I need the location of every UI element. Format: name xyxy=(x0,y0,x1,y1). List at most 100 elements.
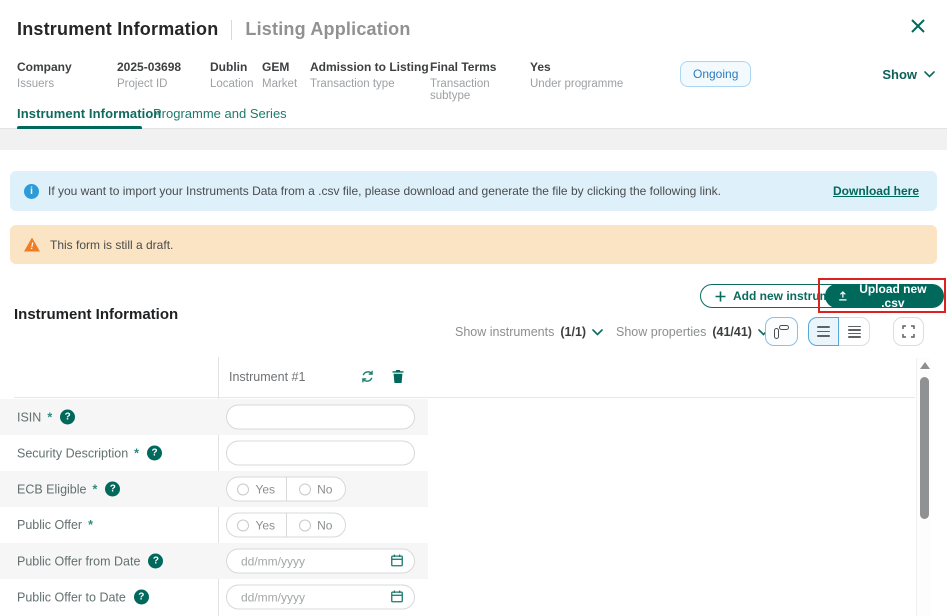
show-dropdown-label: Show xyxy=(882,67,917,82)
tab-instrument-information[interactable]: Instrument Information xyxy=(17,106,161,121)
field-label: ECB Eligible xyxy=(17,482,86,496)
no-option-label: No xyxy=(317,482,332,496)
project-meta-row: Company Issuers 2025-03698 Project ID Du… xyxy=(17,60,935,102)
reset-instrument-icon[interactable] xyxy=(360,369,376,385)
help-icon[interactable]: ? xyxy=(60,410,75,425)
vertical-scrollbar[interactable] xyxy=(916,358,931,616)
help-icon[interactable]: ? xyxy=(105,482,120,497)
radio-icon xyxy=(299,483,311,495)
isin-cell xyxy=(226,405,415,430)
meta-value: 2025-03698 xyxy=(117,60,210,74)
row-label-isin: ISIN * ? xyxy=(17,410,75,425)
expand-icon xyxy=(902,325,915,338)
meta-transaction-subtype: Final Terms Transaction subtype xyxy=(430,60,530,102)
table-row: Public Offer * Yes No xyxy=(0,507,428,543)
section-divider-band xyxy=(0,129,947,150)
security-description-cell xyxy=(226,441,415,466)
upload-new-csv-button[interactable]: Upload new .csv xyxy=(825,284,944,308)
meta-under-programme: Yes Under programme xyxy=(530,60,640,90)
isin-input[interactable] xyxy=(226,405,415,430)
meta-issuers: Company Issuers xyxy=(17,60,117,90)
csv-info-banner: i If you want to import your Instruments… xyxy=(10,171,937,211)
public-offer-yes-option[interactable]: Yes xyxy=(227,514,286,537)
help-icon[interactable]: ? xyxy=(134,590,149,605)
download-here-link[interactable]: Download here xyxy=(833,184,919,198)
show-properties-dropdown[interactable]: Show properties (41/41) xyxy=(616,325,769,339)
scroll-up-arrow-icon[interactable] xyxy=(920,362,930,369)
annotation-highlight-box: Upload new .csv xyxy=(818,278,946,313)
delete-instrument-icon[interactable] xyxy=(391,369,407,385)
field-label: Public Offer from Date xyxy=(17,554,140,568)
row-label-ecb-eligible: ECB Eligible * ? xyxy=(17,482,120,497)
public-offer-to-date-input[interactable] xyxy=(226,585,415,610)
tab-bar: Instrument Information Programme and Ser… xyxy=(0,106,947,129)
compact-density-button[interactable] xyxy=(839,317,870,346)
radio-icon xyxy=(237,483,249,495)
meta-label: Location xyxy=(210,78,262,90)
scrollbar-thumb[interactable] xyxy=(920,377,929,519)
ecb-eligible-toggle: Yes No xyxy=(226,477,346,502)
meta-market: GEM Market xyxy=(262,60,310,90)
status-badge: Ongoing xyxy=(680,61,751,87)
row-label-public-offer-to-date: Public Offer to Date ? xyxy=(17,590,149,605)
close-icon[interactable] xyxy=(908,16,928,36)
meta-label: Project ID xyxy=(117,78,210,90)
fullscreen-button[interactable] xyxy=(893,317,924,346)
row-label-public-offer-from-date: Public Offer from Date ? xyxy=(17,554,163,569)
meta-value: GEM xyxy=(262,60,310,74)
field-label: ISIN xyxy=(17,410,41,424)
section-title: Instrument Information xyxy=(14,306,178,323)
radio-icon xyxy=(237,519,249,531)
table-row: ISIN * ? xyxy=(0,399,428,435)
show-instruments-count: (1/1) xyxy=(560,325,586,339)
plus-icon xyxy=(715,291,726,302)
field-label: Security Description xyxy=(17,446,128,460)
modal-header: Instrument Information Listing Applicati… xyxy=(17,19,411,40)
show-instruments-label: Show instruments xyxy=(455,325,554,339)
required-marker: * xyxy=(47,410,52,424)
calendar-icon[interactable] xyxy=(390,554,404,568)
ecb-eligible-cell: Yes No xyxy=(226,477,346,502)
public-offer-toggle: Yes No xyxy=(226,513,346,538)
yes-option-label: Yes xyxy=(255,518,275,532)
show-instruments-dropdown[interactable]: Show instruments (1/1) xyxy=(455,325,603,339)
show-dropdown[interactable]: Show xyxy=(882,67,935,82)
radio-icon xyxy=(299,519,311,531)
table-row: Security Description * ? xyxy=(0,435,428,471)
meta-label: Transaction subtype xyxy=(430,78,530,102)
security-description-input[interactable] xyxy=(226,441,415,466)
info-banner-text: If you want to import your Instruments D… xyxy=(48,184,721,198)
meta-label: Issuers xyxy=(17,78,117,90)
title-separator xyxy=(231,20,232,40)
help-icon[interactable]: ? xyxy=(147,446,162,461)
draft-warning-banner: ! This form is still a draft. xyxy=(10,225,937,264)
calendar-icon[interactable] xyxy=(390,590,404,604)
transpose-icon xyxy=(774,325,789,339)
row-label-public-offer: Public Offer * xyxy=(17,518,93,532)
comfortable-density-button[interactable] xyxy=(808,317,839,346)
required-marker: * xyxy=(134,446,139,460)
ecb-eligible-no-option[interactable]: No xyxy=(286,478,346,501)
upload-new-csv-label: Upload new .csv xyxy=(855,282,931,310)
help-icon[interactable]: ? xyxy=(148,554,163,569)
show-properties-count: (41/41) xyxy=(712,325,752,339)
show-properties-label: Show properties xyxy=(616,325,706,339)
no-option-label: No xyxy=(317,518,332,532)
public-offer-to-date-cell xyxy=(226,585,415,610)
ecb-eligible-yes-option[interactable]: Yes xyxy=(227,478,286,501)
warning-banner-text: This form is still a draft. xyxy=(50,238,173,252)
instrument-column-header: Instrument #1 xyxy=(229,370,305,384)
page-title: Instrument Information xyxy=(17,19,218,40)
tab-programme-and-series[interactable]: Programme and Series xyxy=(153,106,287,121)
required-marker: * xyxy=(88,518,93,532)
public-offer-no-option[interactable]: No xyxy=(286,514,346,537)
public-offer-from-date-input[interactable] xyxy=(226,549,415,574)
page-subtitle: Listing Application xyxy=(245,19,410,40)
warning-icon: ! xyxy=(24,238,40,252)
table-row: Public Offer to Date ? xyxy=(0,579,428,615)
transpose-view-button[interactable] xyxy=(765,317,798,346)
yes-option-label: Yes xyxy=(255,482,275,496)
chevron-down-icon xyxy=(924,71,935,78)
meta-value: Company xyxy=(17,60,117,74)
meta-value: Dublin xyxy=(210,60,262,74)
